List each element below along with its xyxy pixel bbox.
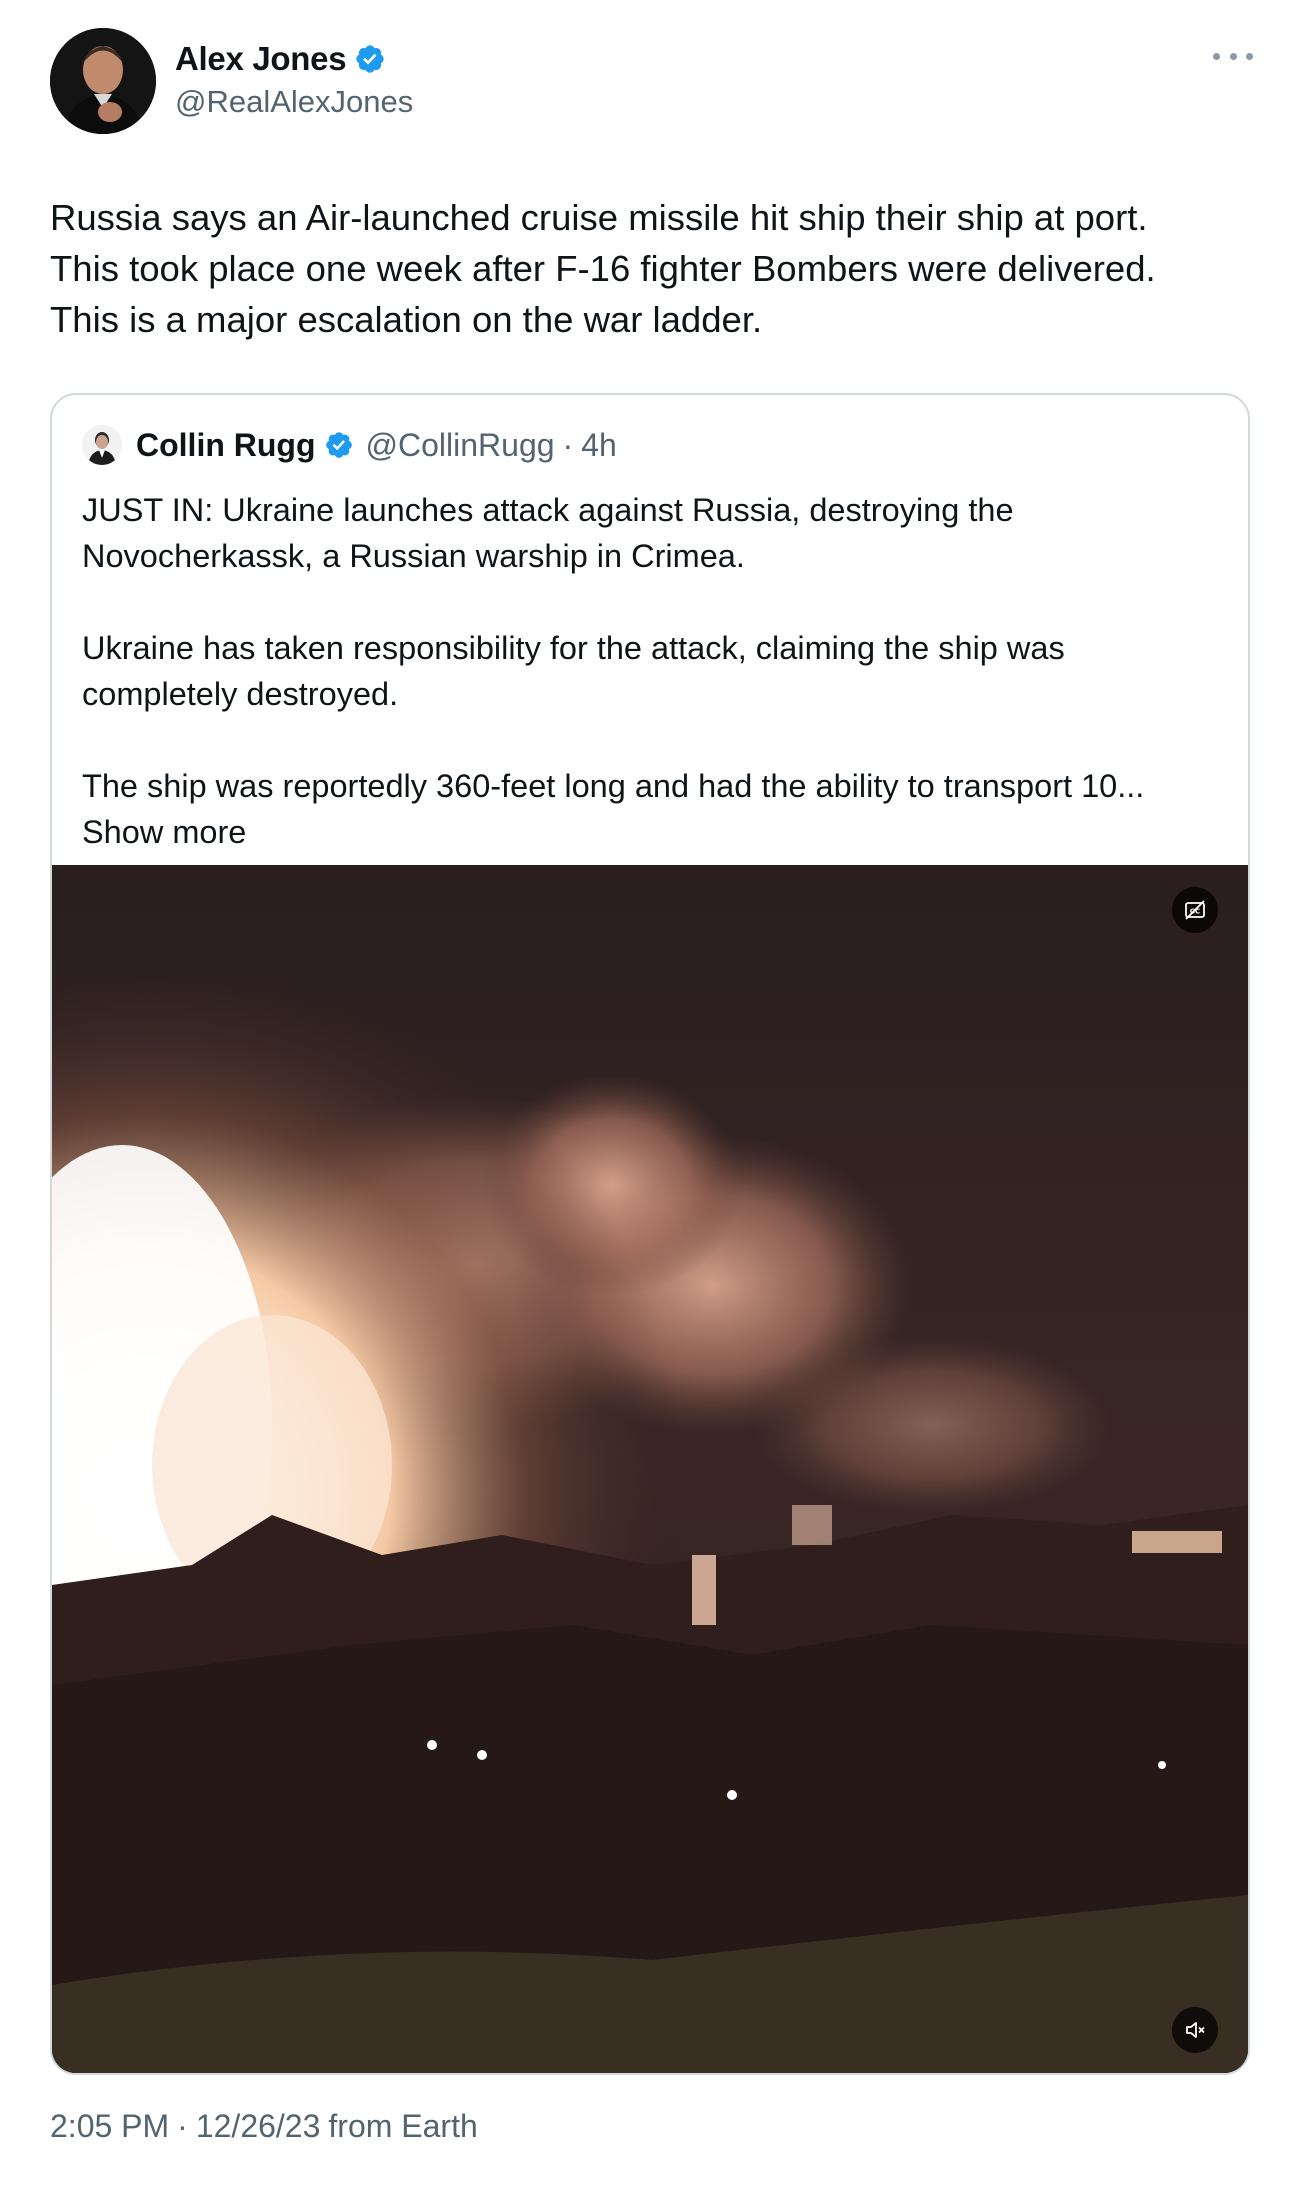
quoted-paragraph-text: The ship was reportedly 360-feet long an… (82, 768, 1145, 804)
show-more-link[interactable]: Show more (82, 814, 246, 850)
tweet-date[interactable]: 12/26/23 (196, 2108, 321, 2145)
quoted-time-ago: 4h (581, 426, 617, 463)
author-name-row: Alex Jones (175, 40, 386, 78)
quoted-author-handle: @CollinRugg (365, 426, 555, 463)
quoted-tweet-text: JUST IN: Ukraine launches attack against… (82, 487, 1202, 855)
quoted-video[interactable]: CC (52, 865, 1248, 2073)
quoted-separator: · (562, 426, 574, 463)
meta-separator: · (177, 2108, 188, 2144)
quoted-tweet-card[interactable]: Collin Rugg @CollinRugg · 4h JUST IN: Uk… (50, 393, 1250, 2075)
captions-icon[interactable]: CC (1172, 887, 1218, 933)
tweet-text: Russia says an Air-launched cruise missi… (50, 197, 1156, 340)
more-options-icon[interactable] (1213, 44, 1253, 68)
tweet-metadata: 2:05 PM · 12/26/23 from Earth (50, 2108, 478, 2145)
quoted-paragraph: JUST IN: Ukraine launches attack against… (82, 492, 1014, 574)
quoted-author-display-name: Collin Rugg (136, 426, 316, 463)
quoted-verified-badge-icon (325, 432, 352, 458)
quoted-author-avatar (82, 425, 122, 465)
tweet-source: from Earth (328, 2108, 478, 2144)
muted-speaker-icon[interactable] (1172, 2007, 1218, 2053)
quoted-tweet-header: Collin Rugg @CollinRugg · 4h (82, 425, 617, 465)
verified-badge-icon[interactable] (354, 43, 386, 75)
author-avatar-image (50, 28, 156, 134)
author-avatar[interactable] (50, 28, 156, 134)
quoted-paragraph: The ship was reportedly 360-feet long an… (82, 763, 1202, 855)
video-frame-image (52, 865, 1248, 2073)
quoted-paragraph: Ukraine has taken responsibility for the… (82, 630, 1065, 712)
author-display-name[interactable]: Alex Jones (175, 40, 347, 78)
tweet: Alex Jones @RealAlexJones Russia says an… (0, 0, 1301, 2201)
quoted-author-avatar-image (82, 425, 122, 465)
author-handle[interactable]: @RealAlexJones (175, 84, 413, 120)
tweet-time[interactable]: 2:05 PM (50, 2108, 169, 2145)
